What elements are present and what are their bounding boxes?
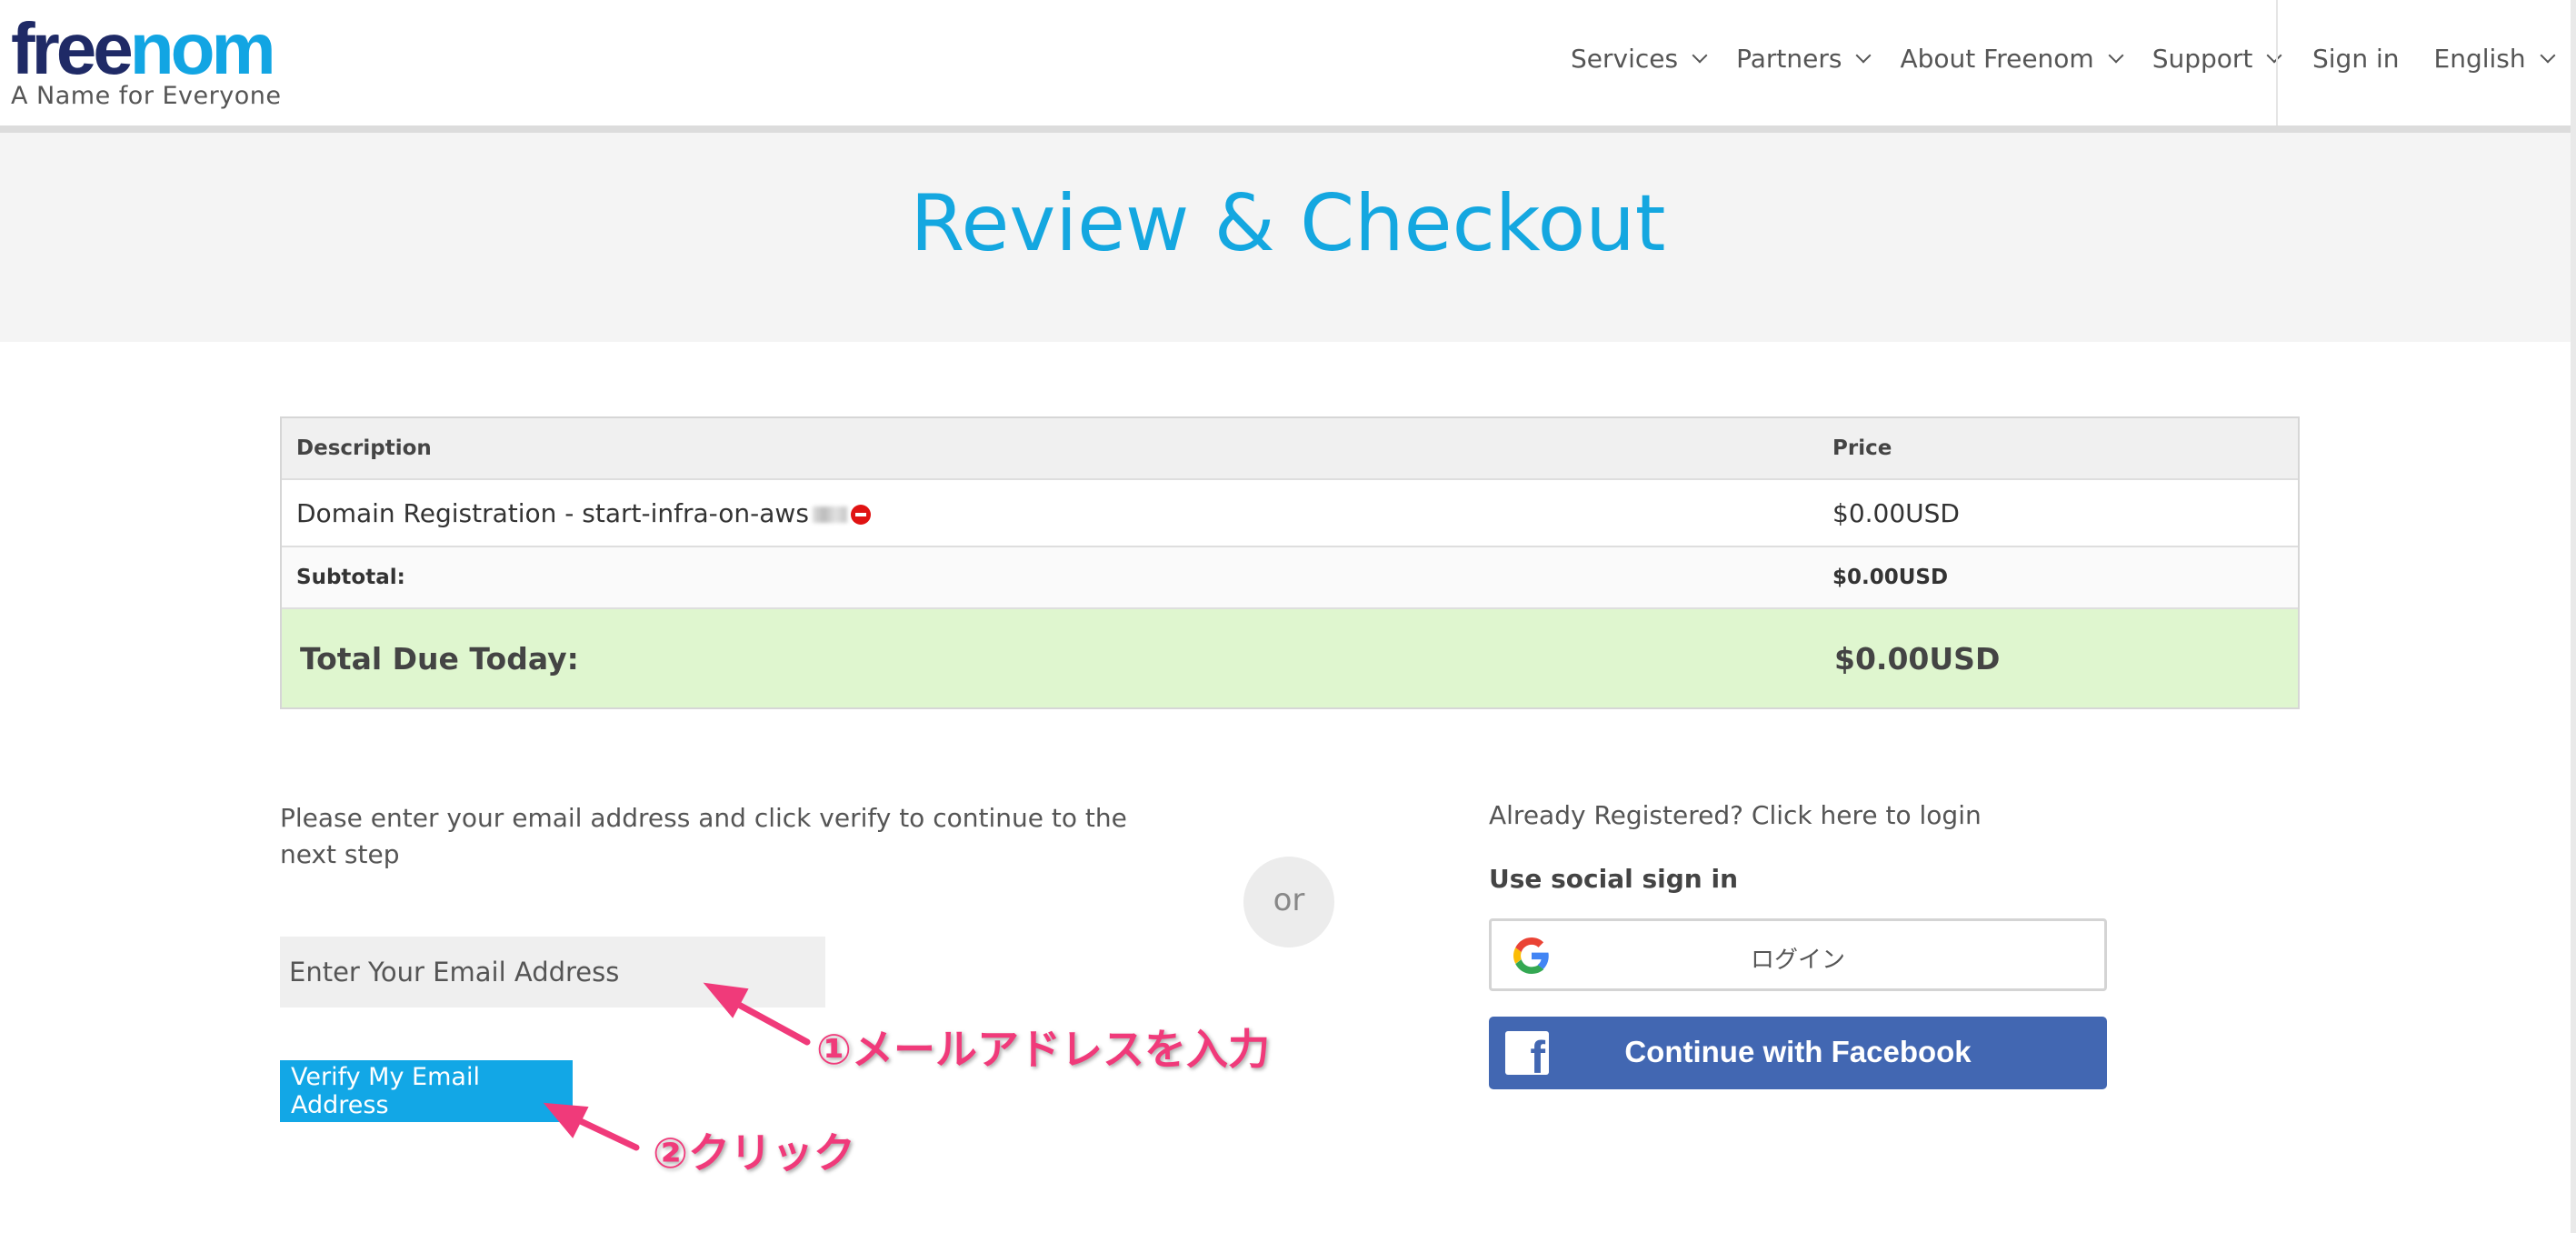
arrow-head-1 xyxy=(703,982,749,1018)
arrow-head-2 xyxy=(543,1102,589,1138)
annotation-step2: ②クリック xyxy=(652,1128,856,1178)
annotation-arrows xyxy=(543,982,811,1151)
annotation-step1: ①メールアドレスを入力 xyxy=(815,1024,1271,1075)
